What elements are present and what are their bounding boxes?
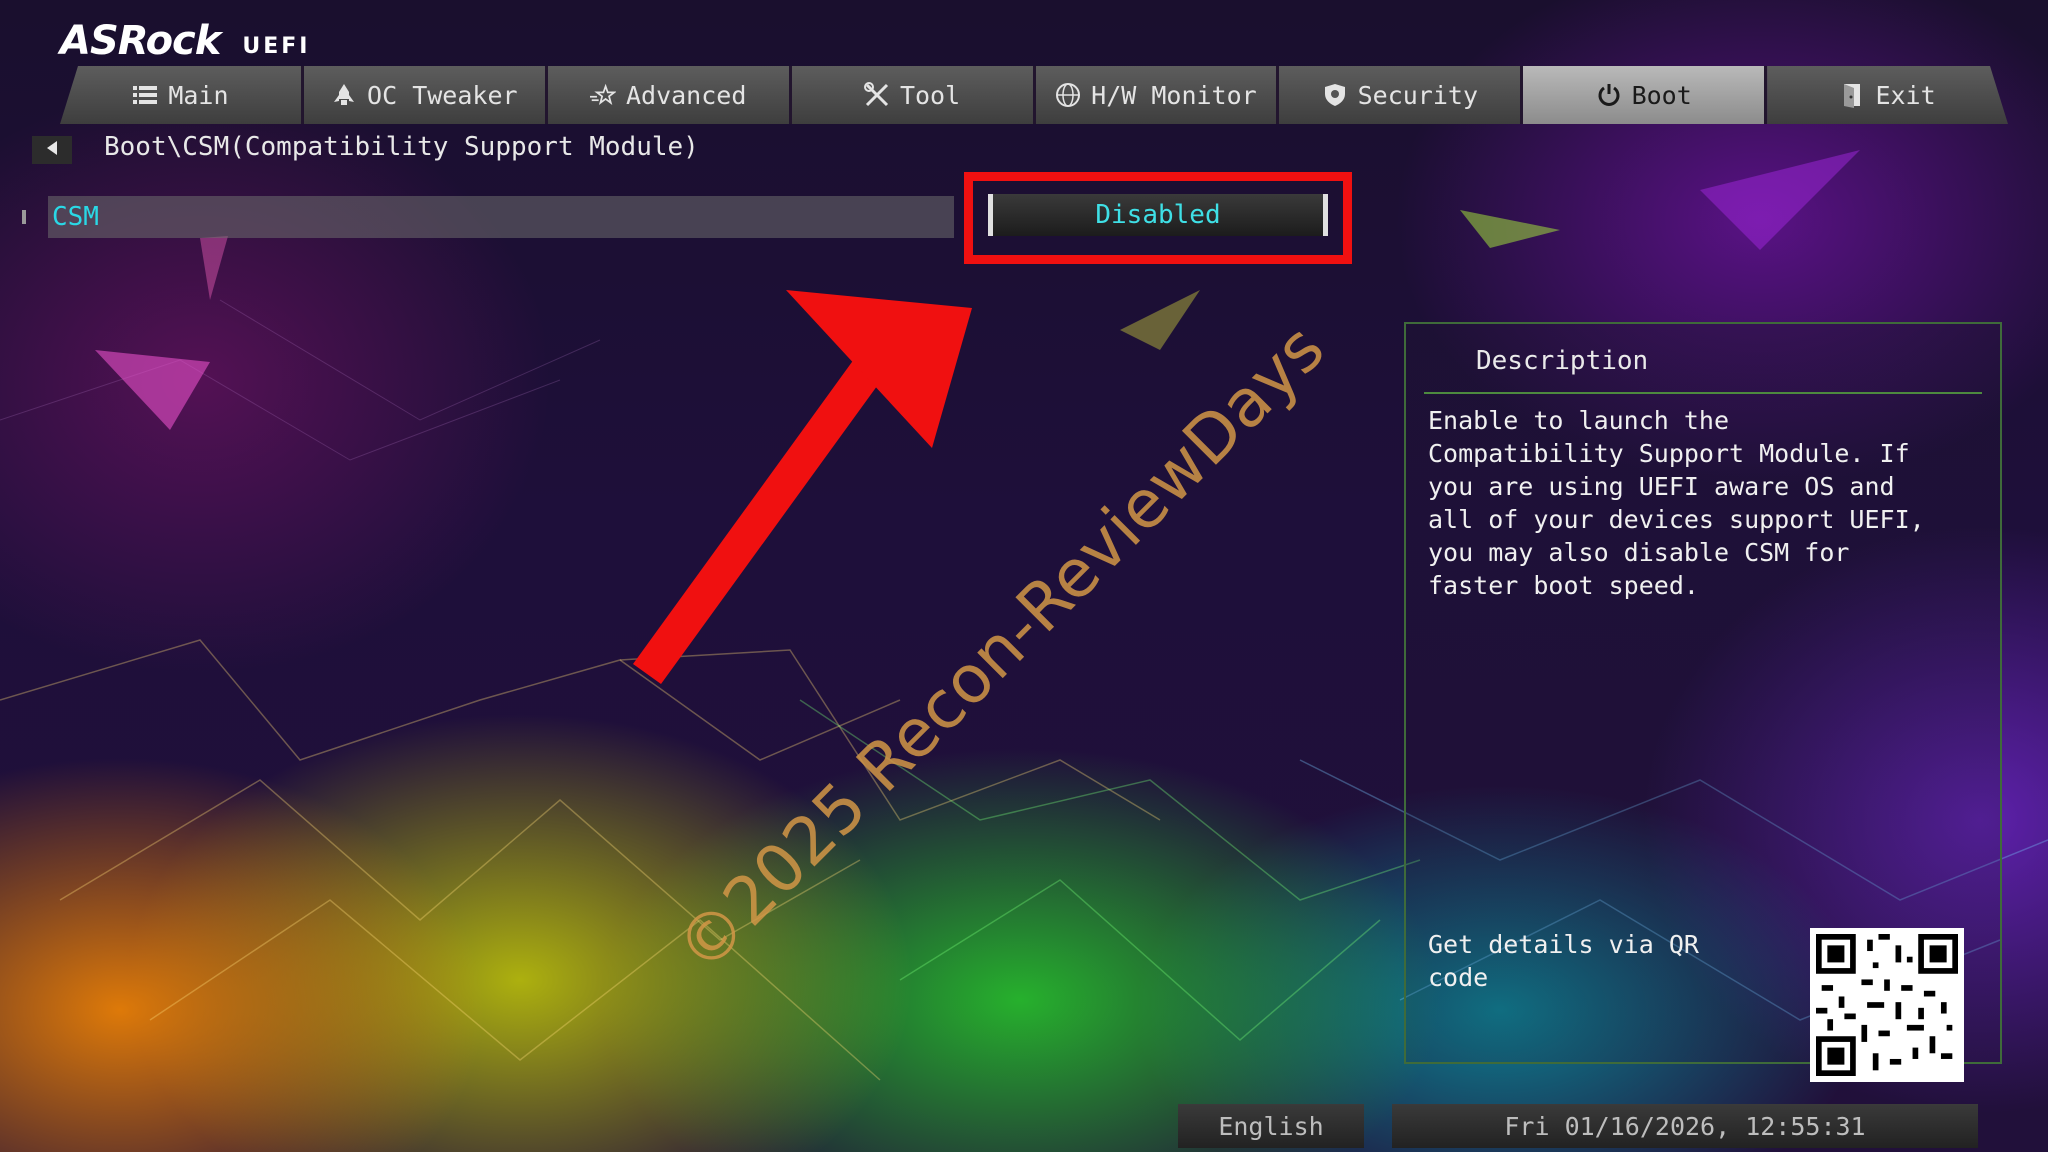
tab-hw-monitor-label: H/W Monitor bbox=[1091, 80, 1257, 110]
tab-main[interactable]: Main bbox=[60, 66, 304, 124]
description-text: Enable to launch the Compatibility Suppo… bbox=[1428, 406, 1925, 600]
arrow-shaft bbox=[633, 344, 893, 684]
description-panel: Description Enable to launch the Compati… bbox=[1404, 322, 2002, 1082]
rocket-icon bbox=[331, 82, 357, 108]
brand-logo: ASRock UEFI bbox=[60, 18, 310, 64]
datetime-display: Fri 01/16/2026, 12:55:31 bbox=[1392, 1104, 1978, 1148]
tab-tool-label: Tool bbox=[899, 80, 961, 110]
arrow-head bbox=[786, 290, 972, 448]
brand-suffix: UEFI bbox=[242, 34, 311, 59]
list-icon bbox=[132, 82, 158, 108]
tab-security[interactable]: Security bbox=[1279, 66, 1524, 124]
tab-boot[interactable]: Boot bbox=[1523, 66, 1768, 124]
tab-oc-tweaker[interactable]: OC Tweaker bbox=[303, 66, 548, 124]
description-title: Description bbox=[1476, 346, 1649, 376]
back-button[interactable] bbox=[32, 136, 72, 164]
tab-main-label: Main bbox=[168, 80, 229, 110]
watermark: ©2025 Recon-ReviewDays bbox=[661, 309, 1340, 988]
power-icon bbox=[1596, 82, 1622, 108]
tools-icon bbox=[863, 82, 890, 108]
globe-icon bbox=[1055, 82, 1081, 108]
shield-icon bbox=[1322, 82, 1348, 108]
qr-code-pattern bbox=[1816, 934, 1958, 1076]
tab-security-label: Security bbox=[1357, 80, 1479, 110]
tab-oc-tweaker-label: OC Tweaker bbox=[367, 80, 518, 110]
brand-name: ASRock bbox=[60, 18, 221, 64]
tab-hw-monitor[interactable]: H/W Monitor bbox=[1035, 66, 1280, 124]
main-tab-bar: Main OC Tweaker Advanced Tool H/W Monito… bbox=[60, 66, 2008, 124]
tab-exit-label: Exit bbox=[1875, 80, 1936, 110]
breadcrumb: Boot\CSM(Compatibility Support Module) bbox=[104, 132, 699, 162]
selected-row-marker bbox=[22, 210, 26, 224]
tab-boot-label: Boot bbox=[1631, 80, 1692, 110]
csm-option-row[interactable]: CSM bbox=[48, 196, 954, 238]
csm-option-label: CSM bbox=[52, 202, 99, 232]
exit-door-icon bbox=[1839, 82, 1865, 108]
tab-tool[interactable]: Tool bbox=[791, 66, 1036, 124]
annotation-highlight-box bbox=[964, 172, 1352, 264]
tab-exit[interactable]: Exit bbox=[1767, 66, 2008, 124]
back-arrow-icon bbox=[45, 140, 59, 160]
qr-code-image bbox=[1810, 928, 1964, 1082]
language-selector[interactable]: English bbox=[1178, 1104, 1364, 1148]
tab-advanced[interactable]: Advanced bbox=[547, 66, 792, 124]
star-icon bbox=[589, 82, 616, 108]
description-divider bbox=[1424, 392, 1982, 394]
tab-advanced-label: Advanced bbox=[625, 80, 747, 110]
qr-caption: Get details via QR code bbox=[1428, 930, 1699, 992]
